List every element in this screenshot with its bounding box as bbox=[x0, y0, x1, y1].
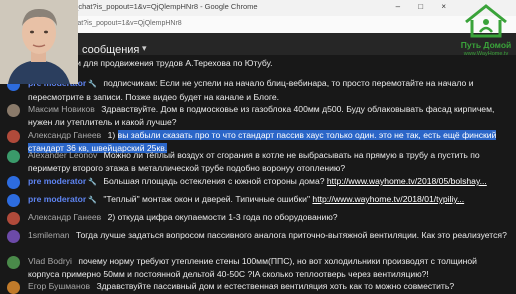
message-text: "Теплый" монтаж окон и дверей. Типичные … bbox=[103, 194, 313, 204]
avatar[interactable] bbox=[7, 150, 20, 163]
avatar[interactable] bbox=[7, 194, 20, 207]
avatar[interactable] bbox=[7, 281, 20, 294]
chat-message: Vlad Bodryi почему норму требуют утеплен… bbox=[7, 255, 508, 281]
house-logo-icon bbox=[465, 4, 507, 38]
chat-message: Александр Ганеев 2) откуда цифра окупаем… bbox=[7, 211, 508, 225]
message-author[interactable]: Vlad Bodryi bbox=[28, 256, 72, 266]
message-text: почему норму требуют утепление стены 100… bbox=[28, 256, 477, 279]
message-link[interactable]: http://www.wayhome.tv/2018/05/bolshay... bbox=[327, 176, 487, 186]
message-link[interactable]: http://www.wayhome.tv/2018/01/typiliy... bbox=[312, 194, 464, 204]
avatar[interactable] bbox=[7, 256, 20, 269]
chat-message-list[interactable]: комментарии для продвижения трудов А.Тер… bbox=[0, 55, 516, 294]
message-author[interactable]: pre moderator bbox=[28, 176, 97, 186]
message-author[interactable]: Александр Ганеев bbox=[28, 130, 101, 140]
message-text: Тогда лучше задаться вопросом пассивного… bbox=[75, 230, 507, 240]
chat-message: pre moderator подписчикам: Если не успел… bbox=[7, 77, 508, 104]
message-author[interactable]: Максим Новиков bbox=[28, 104, 95, 114]
presenter-webcam bbox=[0, 0, 78, 84]
message-author[interactable]: pre moderator bbox=[28, 194, 97, 204]
chat-message: Максим Новиков Здравствуйте. Дом в подмо… bbox=[7, 103, 508, 129]
chat-message: 1smileman Тогда лучше задаться вопросом … bbox=[7, 229, 508, 243]
message-text-prefix: 1) bbox=[107, 130, 118, 140]
chat-message: pre moderator "Теплый" монтаж окон и две… bbox=[7, 193, 508, 207]
avatar[interactable] bbox=[7, 230, 20, 243]
chat-message: Alexander Leonov Можно ли тёплый воздух … bbox=[7, 149, 508, 175]
message-text: 2) откуда цифра окупаемости 1-3 года по … bbox=[107, 212, 338, 222]
logo-url: www.WayHome.tv bbox=[463, 51, 509, 57]
presenter-image bbox=[0, 0, 78, 84]
window-controls[interactable]: – □ × bbox=[396, 2, 454, 11]
message-text: Здравствуйте. Дом в подмосковье из газоб… bbox=[28, 104, 495, 127]
chevron-down-icon[interactable]: ▾ bbox=[142, 43, 147, 54]
avatar[interactable] bbox=[7, 130, 20, 143]
chat-message: комментарии для продвижения трудов А.Тер… bbox=[28, 57, 508, 70]
avatar[interactable] bbox=[7, 104, 20, 117]
logo-title: Путь Домой bbox=[460, 40, 512, 50]
message-author[interactable]: 1smileman bbox=[28, 230, 70, 240]
avatar[interactable] bbox=[7, 212, 20, 225]
message-author[interactable]: Alexander Leonov bbox=[28, 150, 97, 160]
chat-message: pre moderator Большая площадь остекления… bbox=[7, 175, 508, 189]
chat-message: Егор Бушманов Здравствуйте пассивный дом… bbox=[7, 280, 508, 294]
message-author[interactable]: Александр Ганеев bbox=[28, 212, 101, 222]
avatar[interactable] bbox=[7, 176, 20, 189]
message-text: Большая площадь остекления с южной сторо… bbox=[103, 176, 327, 186]
url-text[interactable]: chat?is_popout=1&v=QjQlempHNr8 bbox=[70, 20, 182, 27]
channel-logo: Путь Домой www.WayHome.tv bbox=[456, 0, 516, 62]
window-title: e_chat?is_popout=1&v=QjQlempHNr8 - Googl… bbox=[70, 2, 258, 11]
